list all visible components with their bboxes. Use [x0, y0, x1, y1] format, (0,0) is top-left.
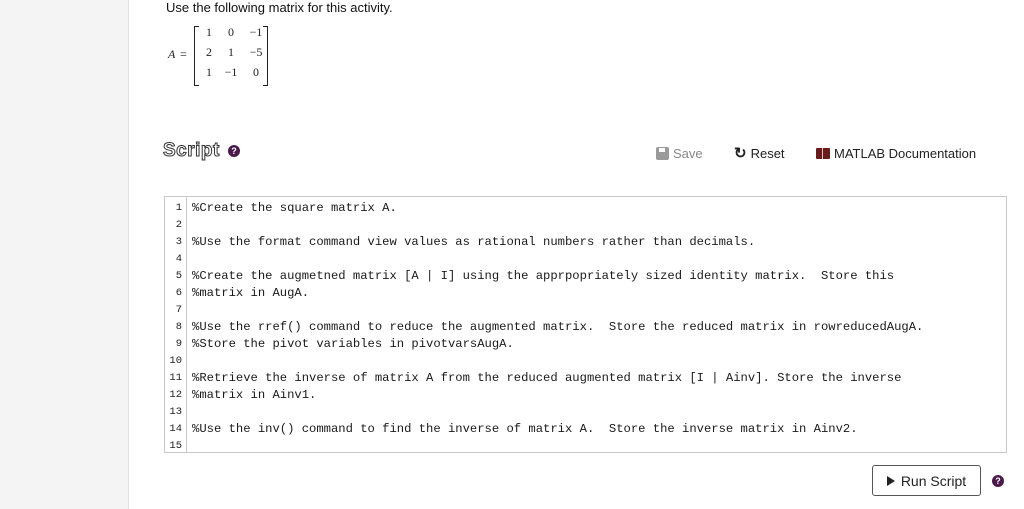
- left-bracket: [194, 26, 199, 86]
- matrix-cell: 1: [228, 45, 234, 59]
- save-label: Save: [673, 146, 703, 161]
- code-line[interactable]: 15: [165, 438, 1005, 455]
- left-margin-panel: [0, 0, 129, 509]
- matrix-cell: 1: [206, 65, 212, 79]
- script-help-icon[interactable]: ?: [228, 145, 240, 157]
- matrix-cell: 0: [228, 25, 234, 39]
- instruction-text: Use the following matrix for this activi…: [166, 0, 393, 15]
- code-text: %Use the rref() command to reduce the au…: [192, 320, 924, 334]
- code-line[interactable]: 2: [165, 217, 1005, 234]
- line-number: 8: [175, 321, 182, 333]
- code-text: %Use the inv() command to find the inver…: [192, 422, 858, 436]
- line-number: 2: [175, 219, 182, 231]
- code-text: %Use the format command view values as r…: [192, 235, 756, 249]
- reset-label: Reset: [750, 146, 785, 161]
- line-number: 5: [175, 270, 182, 282]
- code-line[interactable]: 9 %Store the pivot variables in pivotvars…: [165, 336, 1005, 353]
- line-number: 14: [169, 423, 182, 435]
- documentation-label: MATLAB Documentation: [834, 146, 977, 161]
- right-bracket: [263, 26, 268, 86]
- line-number: 11: [169, 372, 182, 384]
- script-editor[interactable]: 1 %Create the square matrix A. 2 3 %Use the …: [164, 196, 1007, 453]
- save-disk-icon: [656, 147, 669, 160]
- run-script-button[interactable]: Run Script: [872, 465, 981, 496]
- code-line[interactable]: 13: [165, 404, 1005, 421]
- line-number: 7: [175, 304, 182, 316]
- code-text: %matrix in Ainv1.: [192, 388, 317, 402]
- line-number: 15: [169, 440, 182, 452]
- code-line[interactable]: 5 %Create the augmetned matrix [A | I] us…: [165, 268, 1005, 285]
- play-icon: [886, 475, 895, 486]
- matrix-cell: 1: [206, 25, 212, 39]
- code-text: %matrix in AugA.: [192, 286, 310, 300]
- code-text: %Retrieve the inverse of matrix A from t…: [192, 371, 902, 385]
- matrix-grid: 1 0 −1 2 1 −5 1 −1 0: [200, 25, 268, 79]
- line-number: 4: [175, 253, 182, 265]
- line-number: 10: [169, 355, 182, 367]
- script-heading: Script: [163, 140, 220, 162]
- line-number: 12: [169, 389, 182, 401]
- code-text: %Create the augmetned matrix [A | I] usi…: [192, 269, 895, 283]
- matrix-cell: 2: [206, 45, 212, 59]
- code-line[interactable]: 8 %Use the rref() command to reduce the a…: [165, 319, 1005, 336]
- code-text: %Create the square matrix A.: [192, 201, 397, 215]
- line-number: 6: [175, 287, 182, 299]
- reset-arrow-icon: ↻: [734, 144, 747, 162]
- code-line[interactable]: 6 %matrix in AugA.: [165, 285, 1005, 302]
- line-number: 13: [169, 406, 182, 418]
- code-line[interactable]: 1 %Create the square matrix A.: [165, 200, 1005, 217]
- matlab-documentation-link[interactable]: MATLAB Documentation: [816, 146, 976, 161]
- book-icon: [816, 148, 830, 159]
- line-number: 9: [175, 338, 182, 350]
- matrix-equals: =: [180, 47, 187, 61]
- code-line[interactable]: 11 %Retrieve the inverse of matrix A from…: [165, 370, 1005, 387]
- code-line[interactable]: 14 %Use the inv() command to find the inv…: [165, 421, 1005, 438]
- code-line[interactable]: 4: [165, 251, 1005, 268]
- code-line[interactable]: 10: [165, 353, 1005, 370]
- matrix-name: A: [168, 47, 176, 61]
- run-script-label: Run Script: [900, 472, 967, 489]
- reset-button[interactable]: ↻ Reset: [734, 144, 785, 162]
- run-help-icon[interactable]: ?: [992, 475, 1004, 487]
- line-number: 3: [175, 236, 182, 248]
- code-line[interactable]: 12 %matrix in Ainv1.: [165, 387, 1005, 404]
- line-number: 1: [175, 202, 182, 214]
- code-line[interactable]: 7: [165, 302, 1005, 319]
- matrix-cell: −1: [224, 65, 238, 79]
- code-text: %Store the pivot variables in pivotvarsA…: [192, 337, 514, 351]
- save-button[interactable]: Save: [656, 146, 703, 161]
- code-line[interactable]: 3 %Use the format command view values as …: [165, 234, 1005, 251]
